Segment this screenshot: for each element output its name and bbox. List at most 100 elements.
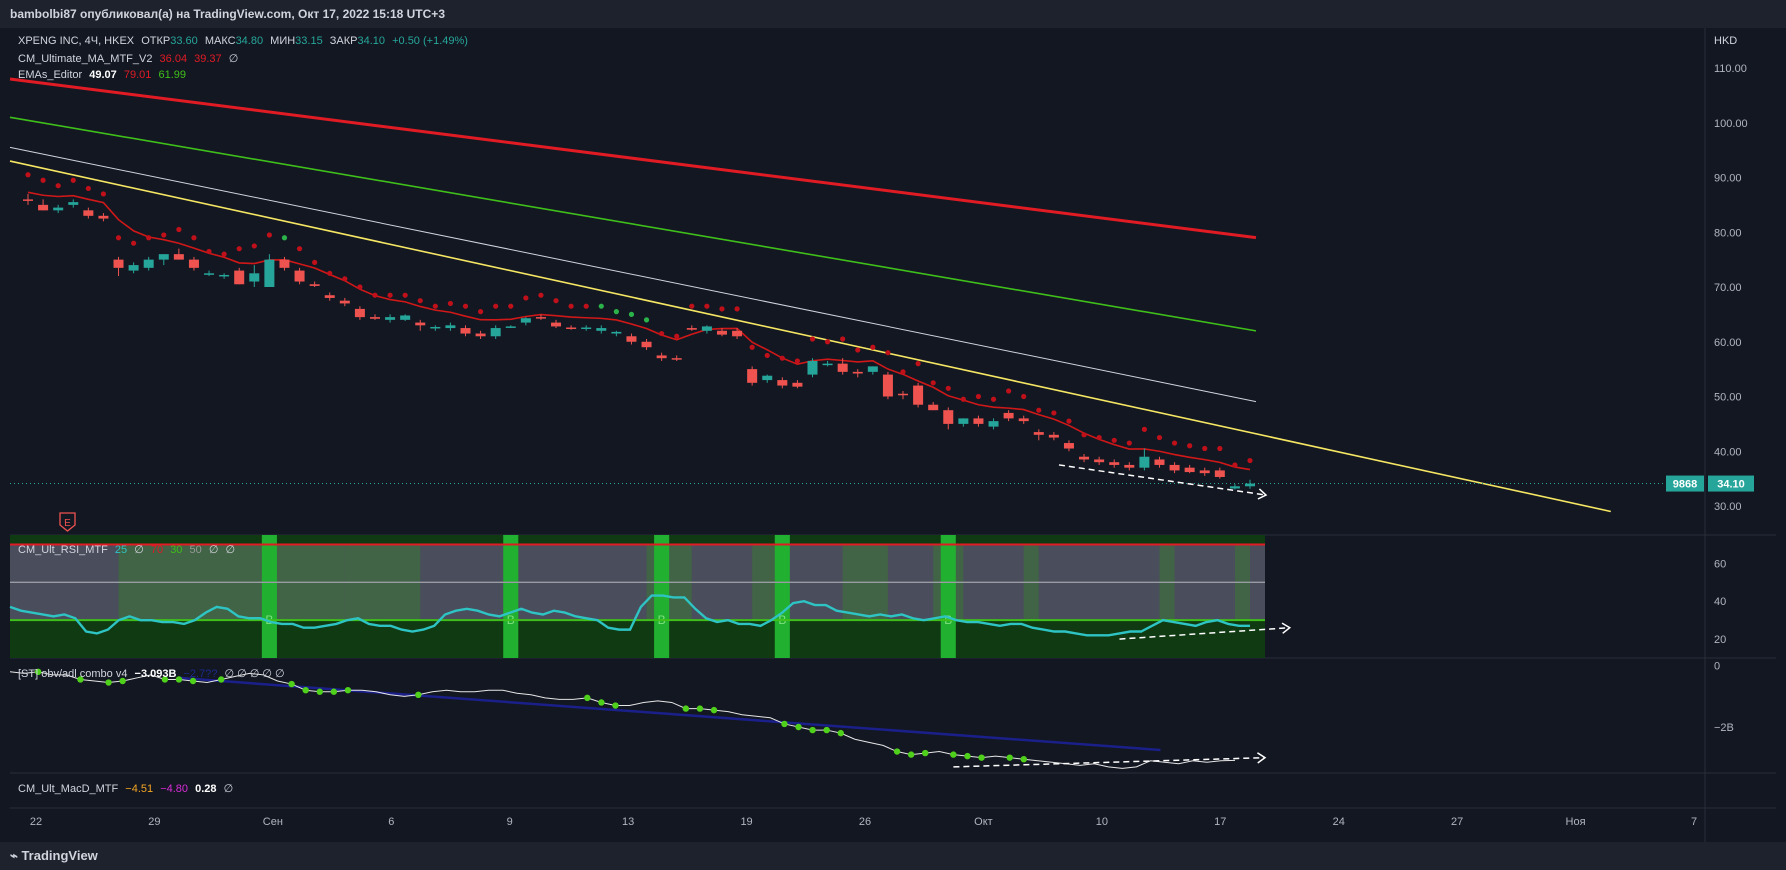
candle-body	[747, 369, 758, 383]
candle-body	[128, 265, 139, 271]
candle-body	[988, 421, 999, 427]
obv-dot	[682, 705, 690, 712]
time-tick: Сен	[263, 816, 283, 828]
rsi-signal-zone	[774, 535, 790, 658]
candle-body	[400, 315, 411, 320]
rsi-legend[interactable]: CM_Ult_RSI_MTF 25 ∅ 70 30 50 ∅ ∅	[18, 543, 239, 556]
candle-body	[234, 270, 245, 285]
sar-dot	[1111, 437, 1117, 443]
obv-dot	[950, 751, 957, 758]
sar-dot	[628, 311, 635, 317]
sar-dot	[1051, 410, 1057, 416]
last-price-label: 34.10	[1717, 479, 1745, 491]
candle-body	[913, 385, 924, 405]
candle-body	[581, 327, 592, 330]
candle-body	[505, 326, 516, 328]
sar-dot	[191, 235, 197, 241]
sar-dot	[975, 393, 982, 400]
sar-dot	[387, 292, 393, 298]
candle-body	[1018, 418, 1029, 422]
obv-dot	[795, 723, 802, 731]
sar-dot	[447, 300, 454, 307]
sar-dot	[493, 303, 499, 309]
obv-legend[interactable]: [ST] obv/adl combo v4 −3.093B −2.7?? ∅ ∅…	[18, 667, 289, 680]
candle-body	[596, 328, 607, 331]
price-tick: 70.00	[1714, 282, 1742, 294]
candle-body	[943, 410, 954, 424]
main-legend: XPENG INC, 4Ч, HKEX ОТКР33.60 МАКС34.80 …	[18, 35, 468, 47]
candle-body	[309, 284, 320, 286]
sar-dot	[1156, 434, 1163, 441]
sar-dot	[462, 303, 469, 309]
obv-dot	[696, 705, 704, 712]
candle-body	[1139, 456, 1150, 468]
candle-body	[354, 308, 365, 318]
obv-dot	[964, 752, 971, 760]
sar-dot	[115, 235, 122, 241]
candle-body	[656, 355, 667, 359]
sar-dot	[55, 183, 61, 189]
sar-dot	[855, 347, 861, 353]
sar-dot	[1021, 393, 1027, 400]
candle-body	[822, 363, 833, 366]
rsi-signal-zone	[940, 535, 956, 658]
sar-dot	[1096, 434, 1102, 441]
candle-body	[188, 259, 199, 268]
obv-dot	[302, 687, 309, 694]
candle-body	[898, 393, 909, 396]
main-pane	[10, 28, 1705, 535]
candle-body	[204, 273, 215, 275]
candle-body	[83, 210, 94, 216]
sar-dot	[1126, 440, 1132, 446]
candle-body	[520, 318, 531, 323]
chart-canvas[interactable]: HKD 110.00 100.00 90.00 80.00 70.00 60.00 50.00…	[0, 0, 1786, 870]
tradingview-logo[interactable]: ⌁ TradingView	[10, 848, 98, 864]
candle-body	[460, 328, 471, 334]
obv-dot	[288, 680, 295, 688]
candle-body	[1154, 459, 1165, 465]
sar-dot	[40, 177, 46, 183]
earnings-marker-label: E	[64, 518, 71, 529]
footer-bar: ⌁ TradingView	[0, 842, 1786, 870]
rsi-tick: 40	[1714, 596, 1726, 608]
obv-dot	[598, 699, 605, 706]
obv-dot	[978, 754, 985, 761]
change-value: +0.50 (+1.49%)	[392, 35, 468, 47]
sar-dot	[1247, 457, 1253, 464]
sar-dot	[1232, 462, 1238, 468]
candle-body	[1063, 443, 1074, 449]
candle-body	[68, 202, 79, 205]
candle-body	[535, 317, 546, 319]
sar-dot	[432, 303, 438, 309]
candle-body	[1033, 432, 1044, 435]
time-tick: 13	[622, 816, 634, 828]
sar-dot	[960, 396, 966, 402]
obv-dot	[837, 729, 844, 737]
candle-body	[1169, 464, 1180, 471]
obv-dot	[344, 687, 352, 694]
ema-legend[interactable]: EMAs_Editor 49.07 79.01 61.99	[18, 69, 190, 81]
candle-body	[324, 295, 335, 298]
sar-dot	[402, 292, 408, 298]
sar-dot	[1066, 418, 1072, 424]
sar-dot	[704, 303, 710, 309]
sar-dot	[312, 259, 318, 265]
obv-dot	[781, 720, 788, 728]
rsi-signal-zone	[503, 535, 519, 658]
price-tick: 30.00	[1714, 501, 1742, 513]
candle-body	[339, 300, 350, 304]
price-tick: 40.00	[1714, 446, 1742, 458]
candle-body	[1229, 486, 1240, 489]
time-tick: 7	[1691, 816, 1697, 828]
sar-dot	[885, 350, 891, 356]
candle-body	[686, 328, 697, 330]
obv-dot	[612, 702, 619, 709]
ma-legend[interactable]: CM_Ultimate_MA_MTF_V2 36.04 39.37 ∅	[18, 52, 242, 65]
sar-dot	[236, 246, 242, 252]
sar-dot	[749, 344, 755, 350]
sar-dot	[809, 336, 816, 342]
candle-body	[867, 366, 878, 372]
price-tick: 50.00	[1714, 392, 1742, 404]
candle-body	[1079, 456, 1090, 460]
macd-legend[interactable]: CM_Ult_MacD_MTF −4.51 −4.80 0.28 ∅	[18, 782, 237, 795]
